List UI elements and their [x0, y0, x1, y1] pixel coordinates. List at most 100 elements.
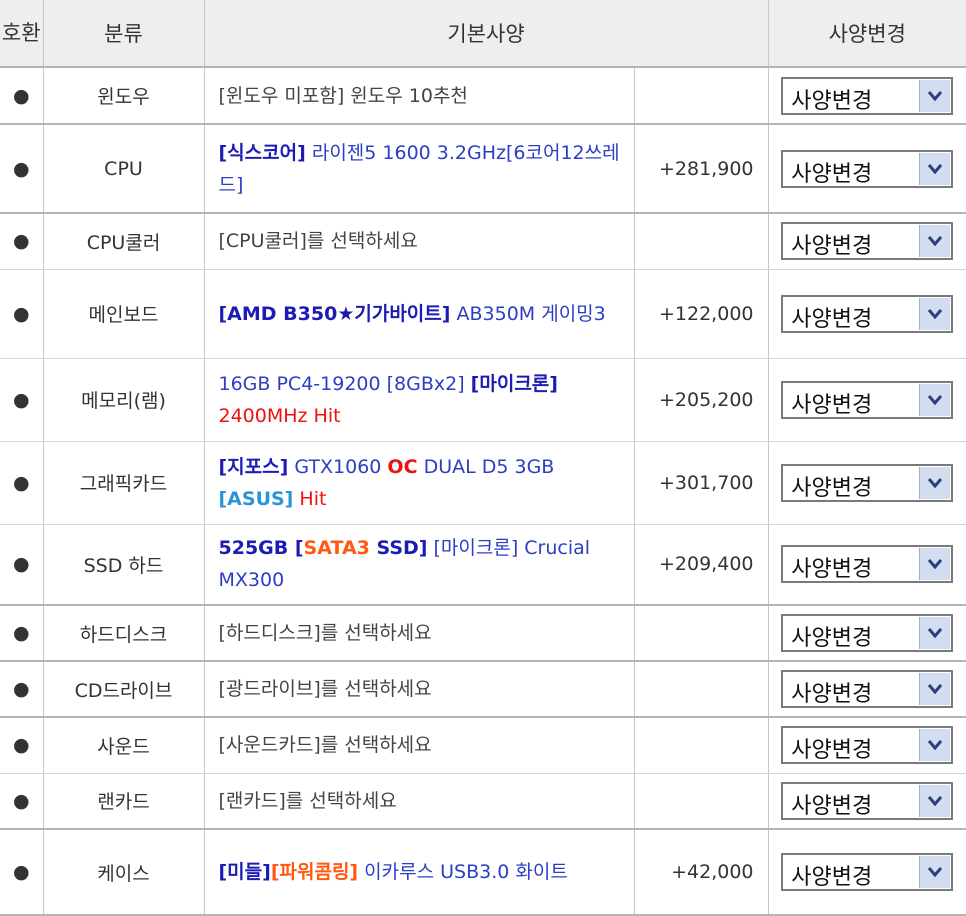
spec-description: [미들][파워콤링] 이카루스 USB3.0 화이트 [204, 829, 635, 916]
category-cell: 케이스 [43, 829, 205, 916]
spec-change-select[interactable]: 사양변경 [781, 76, 954, 115]
chevron-down-icon[interactable] [919, 152, 951, 185]
select-value: 사양변경 [791, 306, 873, 332]
spec-description: [윈도우 미포함] 윈도우 10추천 [204, 67, 635, 125]
spec-text: 2400MHz Hit [218, 404, 341, 427]
select-value: 사양변경 [791, 682, 873, 707]
spec-text: [마이크론] [470, 372, 558, 395]
price-cell [634, 67, 769, 125]
price-cell: +209,400 [634, 524, 769, 606]
option-cell: 사양변경 [768, 67, 966, 125]
table-row: ● 랜카드 [랜카드]를 선택하세요 사양변경 [0, 773, 966, 830]
price-cell: +281,900 [634, 124, 769, 214]
option-cell: 사양변경 [768, 124, 966, 214]
option-cell: 사양변경 [768, 773, 966, 830]
spec-text: GTX1060 [288, 455, 388, 478]
spec-change-select[interactable]: 사양변경 [781, 294, 954, 333]
chevron-down-icon[interactable] [919, 466, 951, 499]
chevron-down-icon[interactable] [919, 297, 951, 330]
select-value: 사양변경 [791, 626, 873, 651]
spec-text: [랜카드]를 선택하세요 [218, 789, 397, 812]
table-row: ● CPU쿨러 [CPU쿨러]를 선택하세요 사양변경 [0, 213, 966, 270]
spec-description: 16GB PC4-19200 [8GBx2] [마이크론] 2400MHz Hi… [204, 358, 635, 442]
select-value: 사양변경 [791, 793, 873, 819]
option-cell: 사양변경 [768, 358, 966, 442]
compat-bullet: ● [0, 441, 44, 525]
price-cell [634, 213, 769, 270]
compat-bullet: ● [0, 67, 44, 125]
chevron-down-icon[interactable] [919, 225, 951, 258]
compat-bullet: ● [0, 773, 44, 830]
spec-text: [파워콤링] [270, 861, 359, 883]
spec-change-select[interactable]: 사양변경 [781, 545, 954, 584]
compat-bullet: ● [0, 358, 44, 442]
header-category: 분류 [43, 0, 205, 68]
table-row: ● CPU [식스코어] 라이젠5 1600 3.2GHz[6코어12쓰레드] +28… [0, 124, 966, 214]
spec-table: 호환 분류 기본사양 사양변경 ● 윈도우 [윈도우 미포함] 윈도우 10추천 사양… [0, 0, 966, 916]
spec-text: [미들] [218, 861, 271, 883]
compat-bullet: ● [0, 661, 44, 718]
category-cell: 사운드 [43, 717, 205, 774]
spec-change-select[interactable]: 사양변경 [781, 614, 954, 652]
option-cell: 사양변경 [768, 441, 966, 525]
category-cell: CPU쿨러 [43, 213, 205, 270]
table-row: ● SSD 하드 525GB [SATA3 SSD] [마이크론] Crucial … [0, 524, 966, 606]
table-row: ● 사운드 [사운드카드]를 선택하세요 사양변경 [0, 717, 966, 774]
compat-bullet: ● [0, 605, 44, 662]
select-value: 사양변경 [791, 475, 873, 501]
option-cell: 사양변경 [768, 524, 966, 606]
compat-bullet: ● [0, 717, 44, 774]
compat-bullet: ● [0, 829, 44, 916]
category-cell: CD드라이브 [43, 661, 205, 718]
spec-text: [CPU쿨러]를 선택하세요 [218, 230, 418, 253]
header-compat: 호환 [0, 0, 44, 68]
chevron-down-icon[interactable] [919, 548, 951, 581]
chevron-down-icon[interactable] [919, 729, 951, 762]
spec-text: [지포스] [218, 455, 289, 478]
spec-change-select[interactable]: 사양변경 [781, 853, 954, 891]
spec-change-select[interactable]: 사양변경 [781, 670, 954, 708]
chevron-down-icon[interactable] [919, 383, 951, 416]
header-row: 호환 분류 기본사양 사양변경 [0, 0, 966, 68]
select-value: 사양변경 [791, 392, 873, 418]
spec-text: [광드라이브]를 선택하세요 [218, 678, 432, 700]
category-cell: 메모리(램) [43, 358, 205, 442]
select-value: 사양변경 [791, 865, 873, 890]
select-value: 사양변경 [791, 88, 873, 114]
price-cell [634, 717, 769, 774]
header-change: 사양변경 [768, 0, 966, 68]
spec-change-select[interactable]: 사양변경 [781, 222, 954, 261]
price-cell [634, 773, 769, 830]
spec-description: [랜카드]를 선택하세요 [204, 773, 635, 830]
category-cell: 메인보드 [43, 269, 205, 359]
price-cell: +205,200 [634, 358, 769, 442]
spec-description: [CPU쿨러]를 선택하세요 [204, 213, 635, 270]
chevron-down-icon[interactable] [919, 673, 951, 705]
spec-description: 525GB [SATA3 SSD] [마이크론] Crucial MX300 [204, 524, 635, 606]
spec-change-select[interactable]: 사양변경 [781, 726, 954, 765]
header-spec: 기본사양 [204, 0, 769, 68]
spec-text: [사운드카드]를 선택하세요 [218, 734, 432, 757]
price-cell [634, 661, 769, 718]
chevron-down-icon[interactable] [919, 784, 951, 817]
table-row: ● 메인보드 [AMD B350★기가바이트] AB350M 게이밍3 +122,00… [0, 269, 966, 359]
compat-bullet: ● [0, 524, 44, 606]
spec-change-select[interactable]: 사양변경 [781, 781, 954, 820]
table-row: ● 하드디스크 [하드디스크]를 선택하세요 사양변경 [0, 605, 966, 662]
chevron-down-icon[interactable] [919, 617, 951, 649]
spec-change-select[interactable]: 사양변경 [781, 149, 954, 188]
chevron-down-icon[interactable] [919, 856, 951, 888]
price-cell: +301,700 [634, 441, 769, 525]
spec-change-select[interactable]: 사양변경 [781, 380, 954, 419]
spec-text: [하드디스크]를 선택하세요 [218, 622, 432, 644]
option-cell: 사양변경 [768, 661, 966, 718]
spec-change-select[interactable]: 사양변경 [781, 463, 954, 502]
spec-description: [지포스] GTX1060 OC DUAL D5 3GB [ASUS] Hit [204, 441, 635, 525]
spec-text: 16GB PC4-19200 [8GBx2] [218, 372, 471, 395]
chevron-down-icon[interactable] [919, 79, 951, 112]
table-row: ● 메모리(램) 16GB PC4-19200 [8GBx2] [마이크론] 240… [0, 358, 966, 442]
select-value: 사양변경 [791, 557, 873, 583]
table-row: ● 윈도우 [윈도우 미포함] 윈도우 10추천 사양변경 [0, 67, 966, 125]
category-cell: CPU [43, 124, 205, 214]
spec-description: [하드디스크]를 선택하세요 [204, 605, 635, 662]
